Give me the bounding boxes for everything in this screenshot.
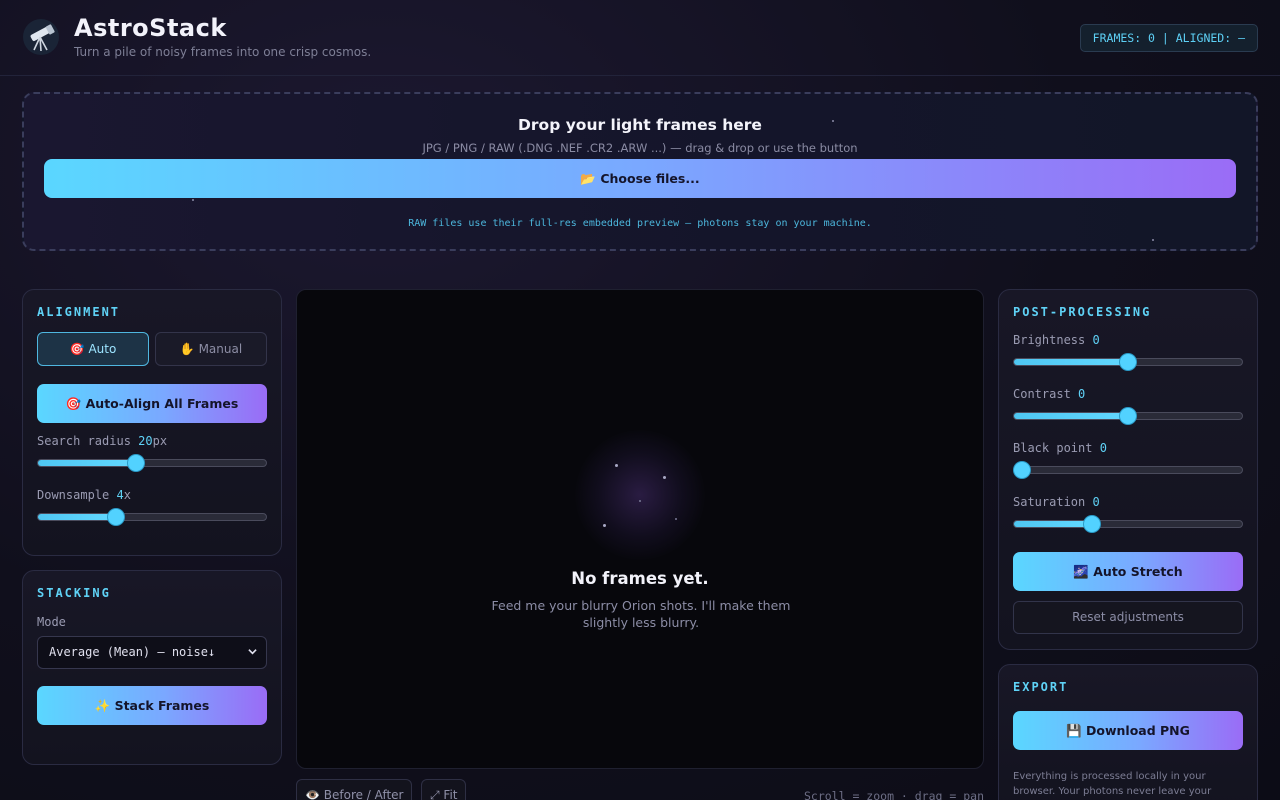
export-panel: EXPORT 💾 Download PNG Everything is proc… — [998, 664, 1258, 800]
slider-fill — [38, 514, 116, 520]
decorative-star — [192, 199, 194, 201]
export-note: Everything is processed locally in your … — [1013, 771, 1212, 797]
chevron-down-icon — [248, 649, 257, 655]
status-badge: FRAMES: 0 | ALIGNED: — — [1079, 24, 1258, 52]
brightness-slider[interactable] — [1013, 354, 1243, 370]
post-processing-panel: POST-PROCESSING Brightness 0 Contrast 0 … — [998, 289, 1258, 650]
dropzone-note: RAW files use their full-res embedded pr… — [408, 218, 872, 229]
contrast-slider[interactable] — [1013, 408, 1243, 424]
stack-mode-label: Mode — [37, 615, 66, 629]
saturation-slider[interactable] — [1013, 516, 1243, 532]
brightness-label: Brightness 0 — [1013, 333, 1100, 347]
before-after-button[interactable]: 👁️ Before / After — [296, 779, 413, 800]
decorative-star — [603, 524, 606, 527]
stacking-panel: STACKING Mode Average (Mean) — noise↓ ✨ … — [22, 570, 282, 765]
app-title: AstroStack — [74, 14, 227, 42]
align-mode-auto-button[interactable]: 🎯 Auto — [37, 332, 149, 366]
slider-thumb[interactable] — [1014, 462, 1030, 478]
empty-state-text: Feed me your blurry Orion shots. I'll ma… — [491, 598, 791, 630]
black-point-slider[interactable] — [1013, 462, 1243, 478]
slider-thumb[interactable] — [107, 509, 124, 525]
stack-frames-button[interactable]: ✨ Stack Frames — [37, 686, 267, 725]
file-dropzone[interactable]: Drop your light frames here JPG / PNG / … — [22, 92, 1258, 251]
stacking-title: STACKING — [37, 586, 111, 600]
search-radius-slider[interactable] — [37, 455, 267, 471]
auto-stretch-button[interactable]: 🌌 Auto Stretch — [1013, 552, 1243, 591]
slider-fill — [1014, 521, 1092, 527]
slider-thumb[interactable] — [128, 455, 145, 471]
saturation-label: Saturation 0 — [1013, 495, 1100, 509]
app-subtitle: Turn a pile of noisy frames into one cri… — [74, 45, 372, 59]
slider-fill — [1014, 359, 1128, 365]
choose-files-button[interactable]: 📂 Choose files... — [44, 159, 1236, 198]
align-mode-manual-button[interactable]: ✋ Manual — [155, 332, 267, 366]
search-radius-label: Search radius 20px — [37, 434, 168, 448]
decorative-star — [675, 518, 677, 520]
slider-fill — [38, 460, 137, 466]
downsample-slider[interactable] — [37, 509, 267, 525]
image-canvas[interactable]: No frames yet. Feed me your blurry Orion… — [296, 289, 984, 769]
auto-align-button[interactable]: 🎯 Auto-Align All Frames — [37, 384, 267, 423]
nebula-glow — [575, 430, 705, 560]
post-processing-title: POST-PROCESSING — [1013, 305, 1152, 319]
stack-mode-value: Average (Mean) — noise↓ — [49, 645, 216, 659]
reset-adjustments-button[interactable]: Reset adjustments — [1013, 601, 1243, 634]
telescope-icon — [23, 19, 59, 55]
slider-thumb[interactable] — [1120, 354, 1136, 370]
downsample-label: Downsample 4x — [37, 488, 131, 502]
download-png-button[interactable]: 💾 Download PNG — [1013, 711, 1243, 750]
app-header: AstroStack Turn a pile of noisy frames i… — [0, 0, 1280, 76]
dropzone-hint: JPG / PNG / RAW (.DNG .NEF .CR2 .ARW ...… — [422, 141, 858, 155]
decorative-star — [1152, 239, 1154, 241]
alignment-title: ALIGNMENT — [37, 305, 121, 319]
black-point-label: Black point 0 — [1013, 441, 1107, 455]
zoom-pan-hint: Scroll = zoom · drag = pan — [803, 789, 984, 800]
dropzone-title: Drop your light frames here — [518, 116, 762, 134]
slider-fill — [1014, 413, 1128, 419]
decorative-star — [615, 464, 618, 467]
decorative-star — [663, 476, 666, 479]
slider-thumb[interactable] — [1120, 408, 1136, 424]
slider-thumb[interactable] — [1083, 516, 1100, 532]
fit-button[interactable]: ⤢ Fit — [421, 779, 467, 800]
decorative-star — [639, 500, 641, 502]
empty-state-title: No frames yet. — [571, 569, 709, 588]
export-title: EXPORT — [1013, 680, 1069, 694]
stack-mode-select[interactable]: Average (Mean) — noise↓ — [37, 636, 267, 669]
alignment-panel: ALIGNMENT 🎯 Auto ✋ Manual 🎯 Auto-Align A… — [22, 289, 282, 556]
contrast-label: Contrast 0 — [1013, 387, 1086, 401]
